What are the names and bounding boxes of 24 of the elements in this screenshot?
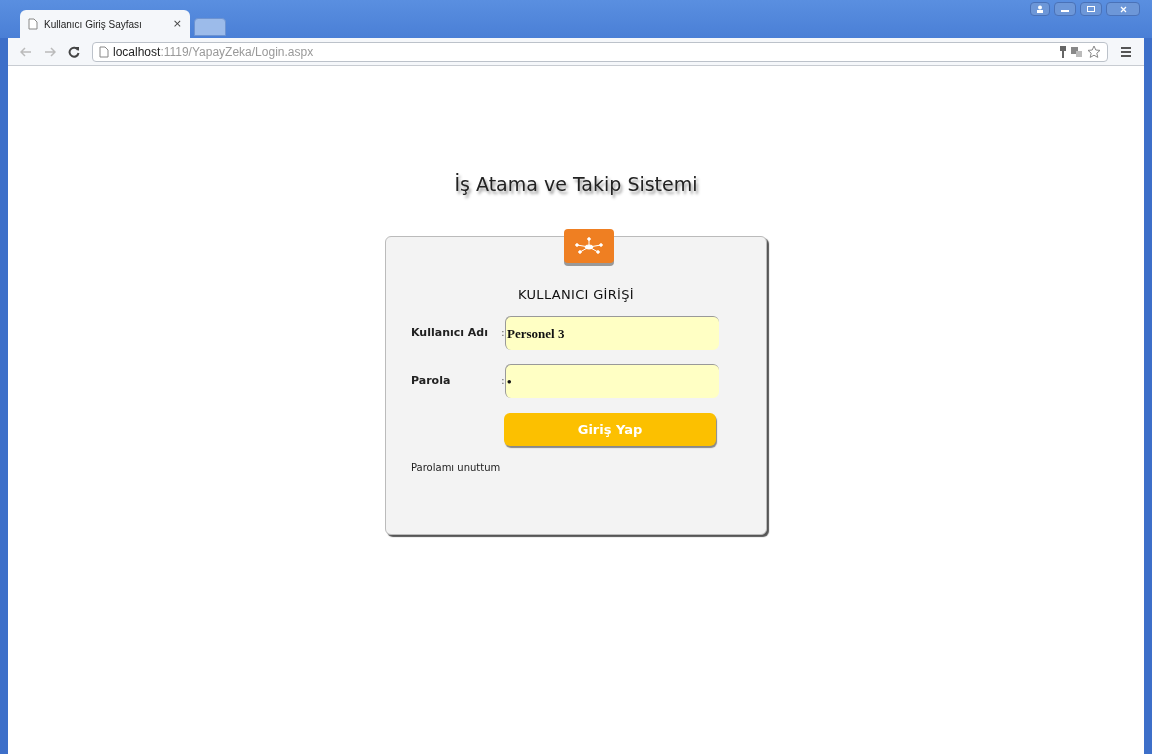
tab-close-button[interactable]: × [172, 15, 182, 33]
page-icon [99, 45, 109, 58]
page-icon [28, 18, 38, 30]
input-field[interactable]: • [505, 364, 719, 398]
menu-icon[interactable] [1120, 45, 1132, 58]
minimize-button[interactable] [1054, 2, 1076, 16]
input-field[interactable]: Personel 3 [505, 316, 719, 350]
browser-tab[interactable]: Kullanıcı Giriş Sayfası × [20, 10, 190, 38]
profile-icon[interactable] [1030, 2, 1050, 16]
star-icon[interactable] [1087, 44, 1101, 59]
login-heading: KULLANICI GİRİŞİ [518, 285, 634, 304]
tab-title: Kullanıcı Giriş Sayfası [44, 17, 143, 32]
separator: : [501, 372, 505, 389]
field-label: Parola [411, 372, 452, 389]
close-icon [1119, 5, 1127, 13]
forgot-password-link[interactable]: Parolamı unuttum [411, 460, 501, 475]
field-label: Kullanıcı Adı [411, 324, 489, 341]
maximize-button[interactable] [1080, 2, 1102, 16]
close-button[interactable] [1106, 2, 1140, 16]
page-title: İş Atama ve Takip Sistemi [454, 172, 698, 197]
address-bar[interactable]: localhost:1119/YapayZeka/Login.aspx [92, 41, 1108, 62]
reload-icon[interactable] [68, 45, 80, 58]
address-text: localhost:1119/YapayZeka/Login.aspx [113, 43, 314, 61]
separator: : [501, 324, 505, 341]
